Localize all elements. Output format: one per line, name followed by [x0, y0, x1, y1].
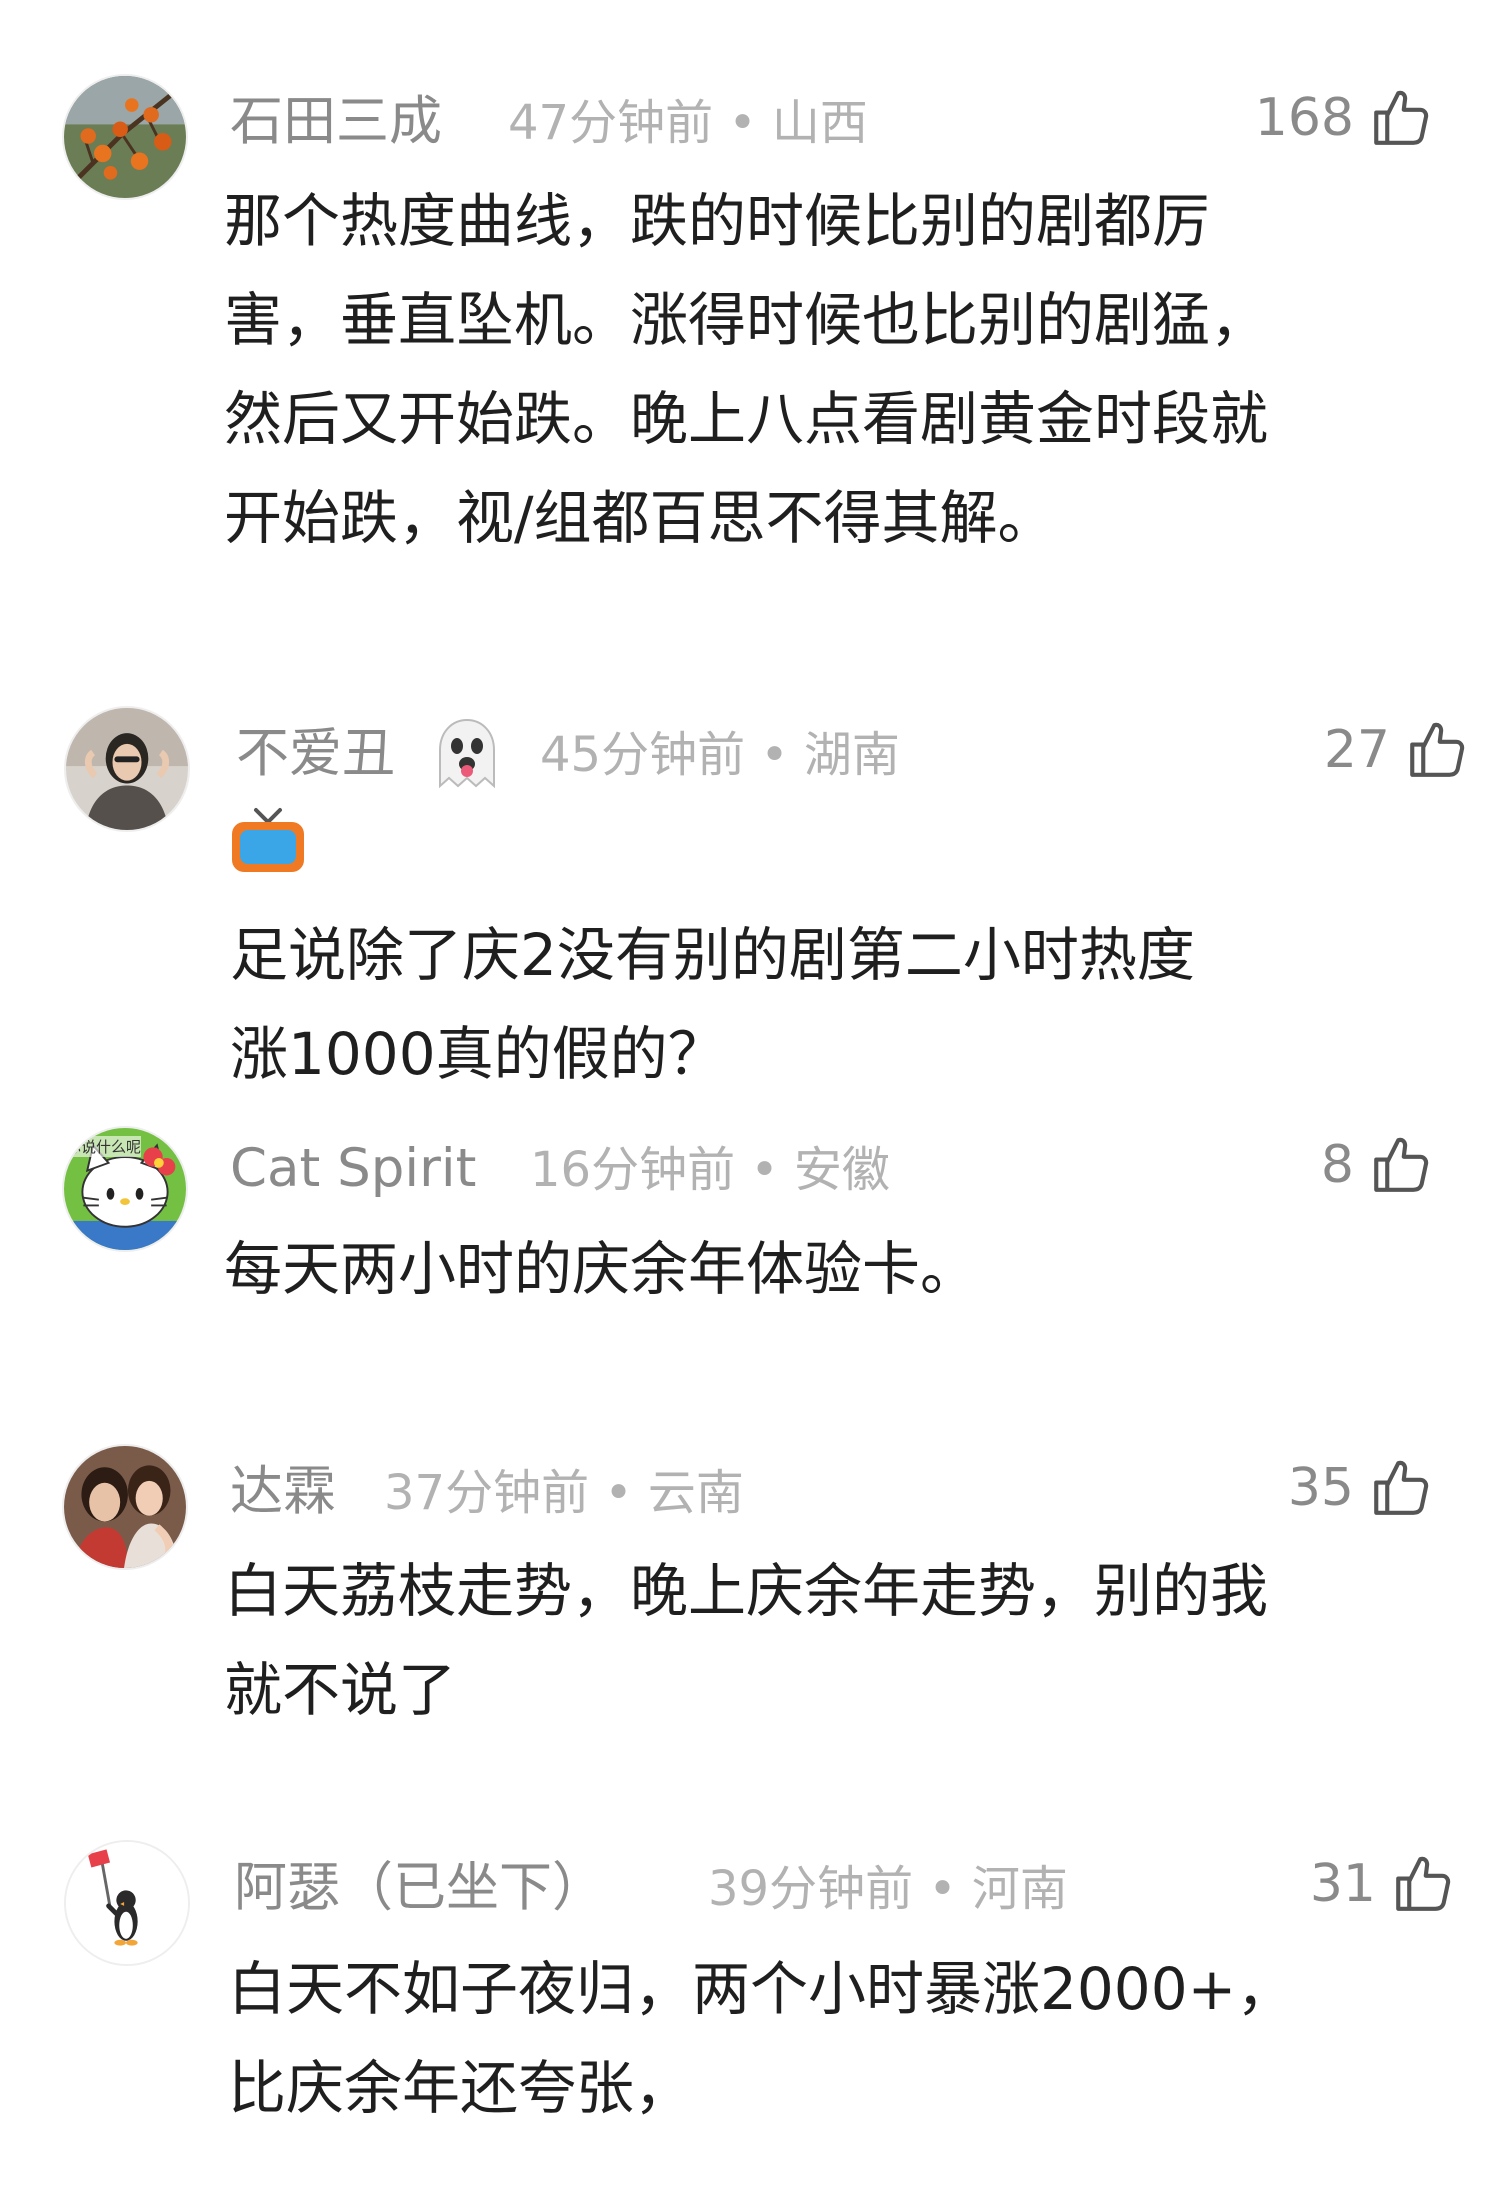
like-count: 8 — [1320, 1135, 1354, 1195]
username[interactable]: 阿瑟（已坐下） — [234, 1861, 605, 1914]
comment-item: 你说什么呢 Cat Spirit 16分钟前 • 安徽 8 每天两小时的庆余年体… — [0, 1040, 1500, 1370]
thumbs-up-icon — [1404, 717, 1470, 783]
comment-text: 每天两小时的庆余年体验卡。 — [224, 1220, 978, 1319]
comment-line: 足说除了庆2没有别的剧第二小时热度 — [230, 806, 1195, 1005]
comment-list: 石田三成 47分钟前 • 山西 168 那个热度曲线，跌的时候比别的剧都厉 害，… — [0, 0, 1500, 2189]
comment-line-text: 足说除了庆2没有别的剧第二小时热度 — [230, 921, 1195, 989]
like-button[interactable]: 31 — [1310, 1849, 1456, 1919]
comment-time-location: 45分钟前 • 湖南 — [540, 727, 900, 783]
comment-item: 阿瑟（已坐下） 39分钟前 • 河南 31 白天不如子夜归，两个小时暴涨2000… — [0, 1790, 1500, 2189]
comment-text: 那个热度曲线，跌的时候比别的剧都厉 害，垂直坠机。涨得时候也比别的剧猛， 然后又… — [224, 172, 1268, 568]
thumbs-up-icon — [1368, 1132, 1434, 1198]
penguin-flag-avatar-icon — [66, 1842, 188, 1964]
like-count: 168 — [1254, 88, 1354, 148]
comment-line: 然后又开始跌。晚上八点看剧黄金时段就 — [224, 385, 1269, 453]
tv-emoji-icon — [230, 806, 1191, 906]
user-avatar[interactable] — [64, 1840, 190, 1966]
like-button[interactable]: 8 — [1321, 1130, 1434, 1200]
username[interactable]: 石田三成 — [230, 95, 442, 148]
thumbs-up-icon — [1390, 1851, 1456, 1917]
comment-item: 达霖 37分钟前 • 云南 35 白天荔枝走势，晚上庆余年走势，别的我 就不说了 — [0, 1370, 1500, 1790]
comment-line: 比庆余年还夸张， — [228, 2054, 693, 2122]
user-avatar[interactable] — [62, 1444, 188, 1570]
comment-time-location: 37分钟前 • 云南 — [384, 1465, 744, 1521]
comment-line: 就不说了 — [224, 1656, 457, 1724]
comment-line: 白天荔枝走势，晚上庆余年走势，别的我 — [224, 1557, 1269, 1625]
thumbs-up-icon — [1368, 1455, 1434, 1521]
comment-line: 开始跌，视/组都百思不得其解。 — [224, 484, 1056, 552]
avatar-overlay-text: 你说什么呢 — [66, 1136, 142, 1157]
user-avatar[interactable] — [64, 706, 190, 832]
comment-text: 白天不如子夜归，两个小时暴涨2000+， 比庆余年还夸张， — [228, 1940, 1294, 2138]
username[interactable]: 达霖 — [230, 1465, 336, 1518]
like-count: 35 — [1287, 1458, 1354, 1518]
like-count: 27 — [1323, 720, 1390, 780]
two-women-photo-avatar-icon — [64, 1446, 186, 1568]
woman-photo-avatar-icon — [66, 708, 188, 830]
comment-time-location: 39分钟前 • 河南 — [708, 1861, 1068, 1917]
comment-line: 白天不如子夜归，两个小时暴涨2000+， — [228, 1955, 1295, 2023]
like-button[interactable]: 27 — [1324, 715, 1470, 785]
username[interactable]: Cat Spirit — [230, 1142, 476, 1195]
comment-item: 石田三成 47分钟前 • 山西 168 那个热度曲线，跌的时候比别的剧都厉 害，… — [0, 0, 1500, 620]
user-avatar[interactable] — [62, 74, 188, 200]
ghost-tongue-emoji-icon — [430, 716, 504, 794]
comment-time-location: 16分钟前 • 安徽 — [530, 1142, 890, 1198]
thumbs-up-icon — [1368, 85, 1434, 151]
persimmon-branch-avatar-icon — [64, 76, 186, 198]
comment-line: 害，垂直坠机。涨得时候也比别的剧猛， — [224, 286, 1269, 354]
like-button[interactable]: 35 — [1288, 1453, 1434, 1523]
user-avatar[interactable]: 你说什么呢 — [62, 1126, 188, 1252]
like-count: 31 — [1309, 1854, 1376, 1914]
comment-line: 那个热度曲线，跌的时候比别的剧都厉 — [224, 187, 1211, 255]
comment-text: 白天荔枝走势，晚上庆余年走势，别的我 就不说了 — [224, 1542, 1268, 1740]
comment-time-location: 47分钟前 • 山西 — [508, 95, 868, 151]
comment-line: 每天两小时的庆余年体验卡。 — [224, 1235, 979, 1303]
username[interactable]: 不爱丑 — [236, 727, 395, 780]
comment-item: 不爱丑 45分钟前 • 湖南 27 足说除了庆2没有别的剧第二小时热度 涨100… — [0, 620, 1500, 1088]
like-button[interactable]: 168 — [1255, 83, 1434, 153]
